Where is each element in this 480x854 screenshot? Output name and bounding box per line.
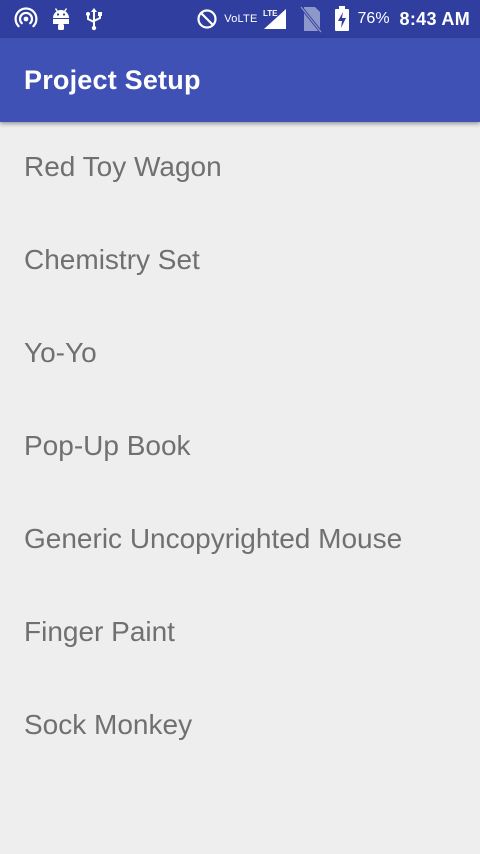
lte-label: LTE <box>263 9 278 18</box>
do-not-disturb-icon <box>196 8 218 30</box>
battery-percentage: 76% <box>357 10 390 27</box>
app-title: Project Setup <box>24 64 201 95</box>
list-item-label: Pop-Up Book <box>24 429 191 461</box>
list-item[interactable]: Generic Uncopyrighted Mouse <box>0 486 480 591</box>
list-item[interactable]: Yo-Yo <box>0 300 480 405</box>
status-bar-right: VoLTE LTE 76% 8:43 AM <box>186 4 470 34</box>
no-sim-icon <box>298 4 324 34</box>
hotspot-icon <box>14 7 38 31</box>
list-item[interactable]: Chemistry Set <box>0 207 480 312</box>
signal-icon: LTE <box>262 7 288 31</box>
volte-label: VoLTE <box>224 13 258 25</box>
battery-charging-icon <box>334 6 350 32</box>
status-clock: 8:43 AM <box>399 8 470 29</box>
list-item[interactable]: Red Toy Wagon <box>0 114 480 219</box>
status-bar: VoLTE LTE 76% 8:43 AM <box>0 0 480 38</box>
list-item-label: Yo-Yo <box>24 336 97 368</box>
list-item[interactable]: Sock Monkey <box>0 672 480 777</box>
list-item[interactable]: Finger Paint <box>0 579 480 684</box>
list-item-label: Chemistry Set <box>24 243 200 275</box>
status-bar-left <box>14 7 116 31</box>
android-icon <box>50 7 72 31</box>
app-bar: Project Setup <box>0 38 480 122</box>
list-item[interactable]: Pop-Up Book <box>0 393 480 498</box>
list-item-label: Finger Paint <box>24 615 175 647</box>
list-item-label: Red Toy Wagon <box>24 150 222 182</box>
usb-icon <box>84 7 104 31</box>
list-item-label: Generic Uncopyrighted Mouse <box>24 522 403 554</box>
project-list: Red Toy Wagon Chemistry Set Yo-Yo Pop-Up… <box>0 122 480 777</box>
list-item-label: Sock Monkey <box>24 708 193 740</box>
